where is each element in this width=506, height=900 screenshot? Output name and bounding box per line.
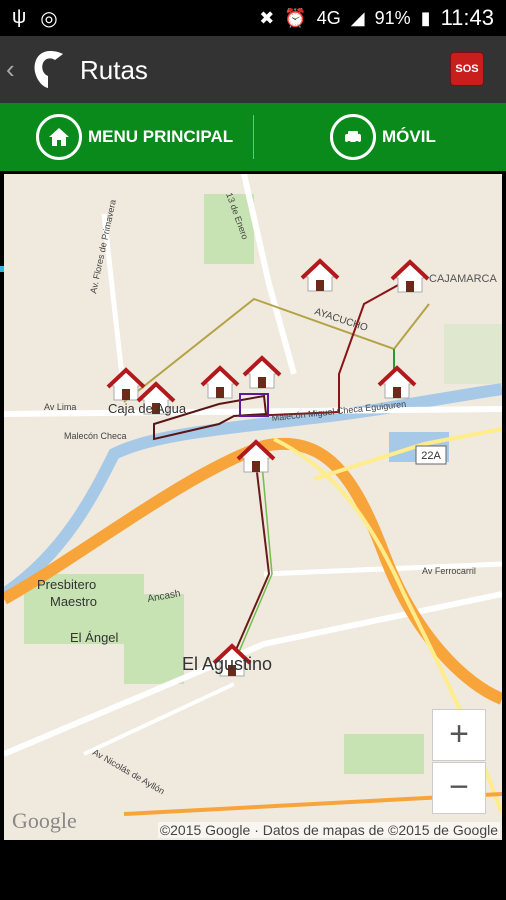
usb-icon: ψ: [12, 6, 27, 28]
house-marker[interactable]: [200, 365, 240, 399]
map-label-caja-agua: Caja de Agua: [108, 401, 187, 416]
map-label-cajamarca: CAJAMARCA: [429, 273, 498, 285]
house-marker[interactable]: [377, 365, 417, 399]
road: [241, 174, 297, 375]
back-chevron-icon[interactable]: ‹: [6, 54, 15, 85]
page-title: Rutas: [80, 55, 148, 85]
house-marker[interactable]: [242, 355, 282, 389]
google-logo: Google: [12, 808, 77, 833]
tab-movil-label: MÓVIL: [382, 127, 436, 146]
map-copyright: ©2015 Google · Datos de mapas de ©2015 d…: [157, 822, 500, 838]
alarm-icon: ⏰: [284, 7, 307, 28]
tab-bar: MENU PRINCIPAL MÓVIL: [0, 103, 506, 272]
house-marker[interactable]: [106, 367, 146, 401]
zoom-in-button[interactable]: +: [432, 709, 486, 761]
map-label-el-agustino: El Agustino: [182, 654, 272, 674]
sos-button[interactable]: SOS: [450, 52, 484, 86]
map-label-av-nicolas: Av Nicolás de Ayllón: [91, 747, 166, 796]
clock: 11:43: [440, 5, 494, 30]
map-label-av-lima: Av Lima: [44, 402, 76, 412]
status-bar: ψ ◎ ✖ ⏰ 4G ◢ 91% ▮ 11:43: [0, 0, 506, 36]
tab-movil[interactable]: MÓVIL: [330, 103, 500, 171]
app-logo[interactable]: [30, 48, 70, 90]
home-icon: [36, 114, 82, 160]
map-view[interactable]: 22A AYACUCHO CAJAMARCA Caja de Agua Av L…: [4, 174, 502, 840]
signal-icon: ◢: [350, 7, 365, 28]
park-area: [444, 324, 502, 384]
map-label-av-ferrocarril: Av Ferrocarril: [422, 566, 476, 576]
whatsapp-icon: ◎: [40, 8, 58, 30]
map-label-malecon-checa: Malecón Checa: [64, 431, 127, 441]
action-bar: ‹ Rutas SOS: [0, 36, 506, 103]
route-line-south: [231, 463, 271, 660]
tab-menu-principal[interactable]: MENU PRINCIPAL: [36, 103, 256, 171]
park-area: [124, 594, 184, 684]
river: [4, 383, 502, 599]
tab-menu-label: MENU PRINCIPAL: [88, 127, 234, 146]
map-canvas[interactable]: 22A AYACUCHO CAJAMARCA Caja de Agua Av L…: [4, 174, 502, 840]
network-label: 4G: [316, 7, 341, 28]
tab-divider: [253, 115, 254, 159]
map-label-maestro: Maestro: [50, 594, 97, 609]
mute-icon: ✖: [259, 7, 275, 28]
road: [83, 682, 235, 756]
map-label-el-angel: El Ángel: [70, 630, 119, 645]
route-22a-badge: 22A: [415, 445, 447, 465]
battery-label: 91%: [374, 7, 411, 28]
road: [4, 406, 502, 417]
zoom-out-button[interactable]: −: [432, 762, 486, 814]
battery-icon: ▮: [420, 7, 431, 28]
house-marker[interactable]: [390, 259, 430, 293]
park-area: [344, 734, 424, 774]
bottom-bar: [0, 840, 506, 900]
route-22a-label: 22A: [421, 450, 441, 462]
map-label-presbitero: Presbitero: [37, 577, 96, 592]
car-icon: [330, 114, 376, 160]
house-marker[interactable]: [300, 258, 340, 292]
